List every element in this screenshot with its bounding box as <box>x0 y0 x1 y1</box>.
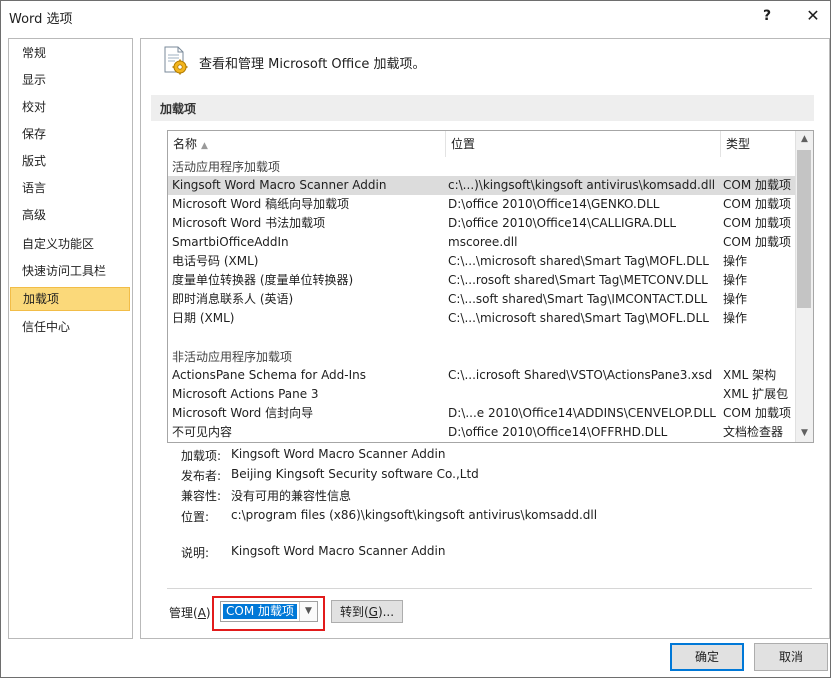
divider <box>167 588 812 589</box>
detail-desc-label: 说明: <box>181 546 210 560</box>
detail-location-value: c:\program files (x86)\kingsoft\kingsoft… <box>231 508 598 522</box>
detail-publisher-label: 发布者: <box>181 469 222 483</box>
table-row[interactable]: Microsoft Word 书法加载项 D:\office 2010\Offi… <box>168 214 796 233</box>
sidebar-item-display[interactable]: 显示 <box>10 68 130 92</box>
sidebar-item-addins[interactable]: 加载项 <box>10 287 130 311</box>
cancel-button[interactable]: 取消 <box>754 643 828 671</box>
row-type: COM 加载项 <box>723 216 791 230</box>
detail-compat-label: 兼容性: <box>181 489 222 503</box>
list-scrollbar[interactable]: ▲ ▼ <box>795 131 813 442</box>
column-header-name[interactable]: 名称 ▲ <box>168 131 446 157</box>
row-location: C:\...soft shared\Smart Tag\IMCONTACT.DL… <box>448 292 708 306</box>
row-type: COM 加载项 <box>723 197 791 211</box>
scroll-down-arrow-icon[interactable]: ▼ <box>796 425 813 442</box>
row-type: 操作 <box>723 254 748 268</box>
goto-button[interactable]: 转到(G)... <box>331 600 403 623</box>
panel-header-text: 查看和管理 Microsoft Office 加载项。 <box>199 57 426 72</box>
detail-addin-value: Kingsoft Word Macro Scanner Addin <box>231 447 446 461</box>
chevron-down-icon[interactable]: ▼ <box>299 602 317 621</box>
table-row[interactable]: Microsoft Actions Pane 3 XML 扩展包 <box>168 385 796 404</box>
sort-up-icon: ▲ <box>201 141 208 151</box>
detail-desc-value: Kingsoft Word Macro Scanner Addin <box>231 544 446 558</box>
column-header-location-label: 位置 <box>451 137 476 151</box>
detail-addin-label: 加载项: <box>181 449 222 463</box>
table-row[interactable]: Kingsoft Word Macro Scanner Addin c:\...… <box>168 176 796 195</box>
row-location: C:\...\microsoft shared\Smart Tag\MOFL.D… <box>448 311 709 325</box>
column-header-type[interactable]: 类型 <box>721 131 796 157</box>
column-header-type-label: 类型 <box>726 137 751 151</box>
column-header-name-label: 名称 <box>173 137 198 151</box>
table-row[interactable]: ActionsPane Schema for Add-Ins C:\...icr… <box>168 366 796 385</box>
section-band <box>151 95 814 121</box>
row-type: COM 加载项 <box>723 406 791 420</box>
detail-publisher-value: Beijing Kingsoft Security software Co.,L… <box>231 467 479 481</box>
row-type: XML 扩展包 <box>723 387 789 401</box>
row-type: COM 加载项 <box>723 235 791 249</box>
title-bar: Word 选项 ? ✕ <box>1 1 830 31</box>
row-name: Microsoft Actions Pane 3 <box>172 387 319 401</box>
sidebar-item-language[interactable]: 语言 <box>10 176 130 200</box>
sidebar-item-quick-access-toolbar[interactable]: 快速访问工具栏 <box>10 259 130 283</box>
row-name: 不可见内容 <box>172 425 233 439</box>
row-type: COM 加载项 <box>723 178 791 192</box>
sidebar-item-typography[interactable]: 版式 <box>10 149 130 173</box>
row-name: ActionsPane Schema for Add-Ins <box>172 368 367 382</box>
sidebar-item-save[interactable]: 保存 <box>10 122 130 146</box>
row-type: 操作 <box>723 273 748 287</box>
row-location: D:\office 2010\Office14\CALLIGRA.DLL <box>448 216 677 230</box>
row-name: Kingsoft Word Macro Scanner Addin <box>172 178 387 192</box>
manage-select[interactable]: COM 加载项 ▼ <box>220 601 318 622</box>
row-name: SmartbiOfficeAddIn <box>172 235 289 249</box>
row-location: D:\...e 2010\Office14\ADDINS\CENVELOP.DL… <box>448 406 716 420</box>
help-button[interactable]: ? <box>752 5 782 27</box>
table-row[interactable]: SmartbiOfficeAddIn mscoree.dll COM 加载项 <box>168 233 796 252</box>
row-location: mscoree.dll <box>448 235 518 249</box>
section-title: 加载项 <box>160 102 197 116</box>
table-row[interactable]: 日期 (XML) C:\...\microsoft shared\Smart T… <box>168 309 796 328</box>
group-label-active: 活动应用程序加载项 <box>172 160 281 174</box>
scroll-thumb[interactable] <box>797 150 811 308</box>
close-button[interactable]: ✕ <box>798 5 828 27</box>
manage-label: 管理(A): <box>169 606 215 620</box>
sidebar-item-general[interactable]: 常规 <box>10 41 130 65</box>
row-location: C:\...icrosoft Shared\VSTO\ActionsPane3.… <box>448 368 713 382</box>
scroll-up-arrow-icon[interactable]: ▲ <box>796 131 813 148</box>
table-row[interactable]: 度量单位转换器 (度量单位转换器) C:\...rosoft shared\Sm… <box>168 271 796 290</box>
table-row[interactable]: 电话号码 (XML) C:\...\microsoft shared\Smart… <box>168 252 796 271</box>
row-location: D:\office 2010\Office14\GENKO.DLL <box>448 197 660 211</box>
group-label-inactive: 非活动应用程序加载项 <box>172 350 293 364</box>
row-name: 电话号码 (XML) <box>172 254 259 268</box>
addins-list[interactable]: 名称 ▲ 位置 类型 活动应用程序加载项 Kingsoft Word Macro … <box>167 130 814 443</box>
row-name: Microsoft Word 信封向导 <box>172 406 314 420</box>
row-name: 度量单位转换器 (度量单位转换器) <box>172 273 354 287</box>
table-row[interactable]: 不可见内容 D:\office 2010\Office14\OFFRHD.DLL… <box>168 423 796 442</box>
sidebar-item-advanced[interactable]: 高级 <box>10 203 130 227</box>
addins-gear-icon <box>164 46 188 75</box>
table-row[interactable]: Microsoft Word 稿纸向导加载项 D:\office 2010\Of… <box>168 195 796 214</box>
sidebar-item-customize-ribbon[interactable]: 自定义功能区 <box>10 232 130 256</box>
row-location: C:\...\microsoft shared\Smart Tag\MOFL.D… <box>448 254 709 268</box>
sidebar-item-trust-center[interactable]: 信任中心 <box>10 315 130 339</box>
row-type: 文档检查器 <box>723 425 784 439</box>
detail-location-label: 位置: <box>181 510 210 524</box>
dialog-title: Word 选项 <box>9 12 73 27</box>
table-row[interactable]: Microsoft Word 信封向导 D:\...e 2010\Office1… <box>168 404 796 423</box>
row-name: 日期 (XML) <box>172 311 235 325</box>
detail-compat-value: 没有可用的兼容性信息 <box>231 489 352 503</box>
row-name: Microsoft Word 稿纸向导加载项 <box>172 197 350 211</box>
row-location: c:\...)\kingsoft\kingsoft antivirus\koms… <box>448 178 716 192</box>
sidebar-item-proofing[interactable]: 校对 <box>10 95 130 119</box>
row-type: 操作 <box>723 311 748 325</box>
manage-select-value: COM 加载项 <box>223 604 297 619</box>
row-location: C:\...rosoft shared\Smart Tag\METCONV.DL… <box>448 273 708 287</box>
options-sidebar: 常规 显示 校对 保存 版式 语言 高级 自定义功能区 快速访问工具栏 加载项 … <box>8 38 133 639</box>
row-type: 操作 <box>723 292 748 306</box>
row-name: 即时消息联系人 (英语) <box>172 292 294 306</box>
column-header-location[interactable]: 位置 <box>446 131 721 157</box>
row-type: XML 架构 <box>723 368 777 382</box>
row-location: D:\office 2010\Office14\OFFRHD.DLL <box>448 425 668 439</box>
table-row[interactable]: 即时消息联系人 (英语) C:\...soft shared\Smart Tag… <box>168 290 796 309</box>
row-name: Microsoft Word 书法加载项 <box>172 216 326 230</box>
ok-button[interactable]: 确定 <box>670 643 744 671</box>
